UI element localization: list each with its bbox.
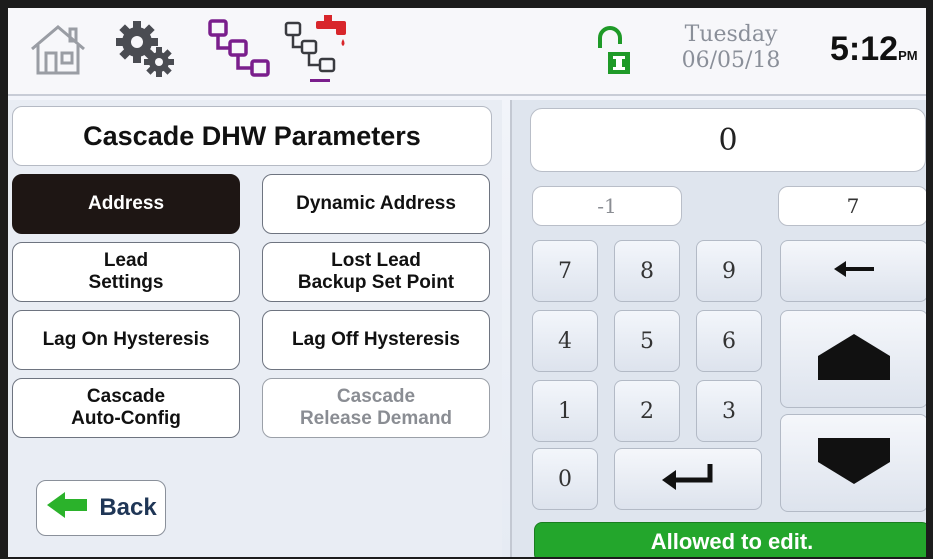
- parameter-panel: Cascade DHW Parameters Address Dynamic A…: [8, 100, 502, 557]
- key-3[interactable]: 3: [696, 380, 762, 442]
- arrow-up-icon: [816, 332, 892, 387]
- back-label: Back: [99, 494, 157, 521]
- key-7[interactable]: 7: [532, 240, 598, 302]
- day-label: Tuesday: [684, 22, 778, 47]
- dynamic-address-button[interactable]: Dynamic Address: [262, 174, 490, 234]
- key-9[interactable]: 9: [696, 240, 762, 302]
- page-title: Cascade DHW Parameters: [12, 106, 492, 166]
- lag-off-hysteresis-button[interactable]: Lag Off Hysteresis: [262, 310, 490, 370]
- value-display: 0: [530, 108, 926, 172]
- increment-button[interactable]: [780, 310, 926, 408]
- backspace-arrow-icon: [832, 259, 876, 284]
- key-2[interactable]: 2: [614, 380, 680, 442]
- ampm-label: PM: [898, 48, 918, 63]
- arrow-down-icon: [816, 436, 892, 491]
- decrement-button[interactable]: [780, 414, 926, 512]
- backspace-button[interactable]: [780, 240, 926, 302]
- settings-gears-icon[interactable]: [108, 14, 184, 84]
- max-value: 7: [778, 186, 926, 226]
- key-0[interactable]: 0: [532, 448, 598, 510]
- lead-settings-button[interactable]: Lead Settings: [12, 242, 240, 302]
- home-icon[interactable]: [22, 14, 94, 84]
- key-1[interactable]: 1: [532, 380, 598, 442]
- date-label: 06/05/18: [681, 48, 781, 73]
- key-4[interactable]: 4: [532, 310, 598, 372]
- cascade-release-demand-button[interactable]: Cascade Release Demand: [262, 378, 490, 438]
- cascade-icon[interactable]: [202, 14, 278, 84]
- key-6[interactable]: 6: [696, 310, 762, 372]
- enter-icon: [658, 462, 718, 497]
- date-display: Tuesday 06/05/18: [676, 22, 786, 74]
- min-value: -1: [532, 186, 682, 226]
- top-bar: Tuesday 06/05/18 5:12PM: [8, 8, 926, 96]
- cascade-dhw-icon[interactable]: [278, 14, 358, 84]
- numeric-keypad: 0 -1 7 7 8 9 4 5 6 1 2 3 0 Allowed to ed…: [510, 100, 926, 557]
- edit-status-bar: Allowed to edit.: [534, 522, 926, 557]
- lock-open-icon: [594, 24, 634, 85]
- touch-screen: Tuesday 06/05/18 5:12PM Cascade DHW Para…: [8, 8, 926, 557]
- clock: 5:12PM: [830, 30, 918, 69]
- time-label: 5:12: [830, 30, 899, 68]
- lost-lead-backup-setpoint-button[interactable]: Lost Lead Backup Set Point: [262, 242, 490, 302]
- address-button[interactable]: Address: [12, 174, 240, 234]
- key-8[interactable]: 8: [614, 240, 680, 302]
- enter-button[interactable]: [614, 448, 762, 510]
- cascade-auto-config-button[interactable]: Cascade Auto-Config: [12, 378, 240, 438]
- lag-on-hysteresis-button[interactable]: Lag On Hysteresis: [12, 310, 240, 370]
- arrow-left-icon: [45, 490, 89, 527]
- back-button[interactable]: Back: [36, 480, 166, 536]
- key-5[interactable]: 5: [614, 310, 680, 372]
